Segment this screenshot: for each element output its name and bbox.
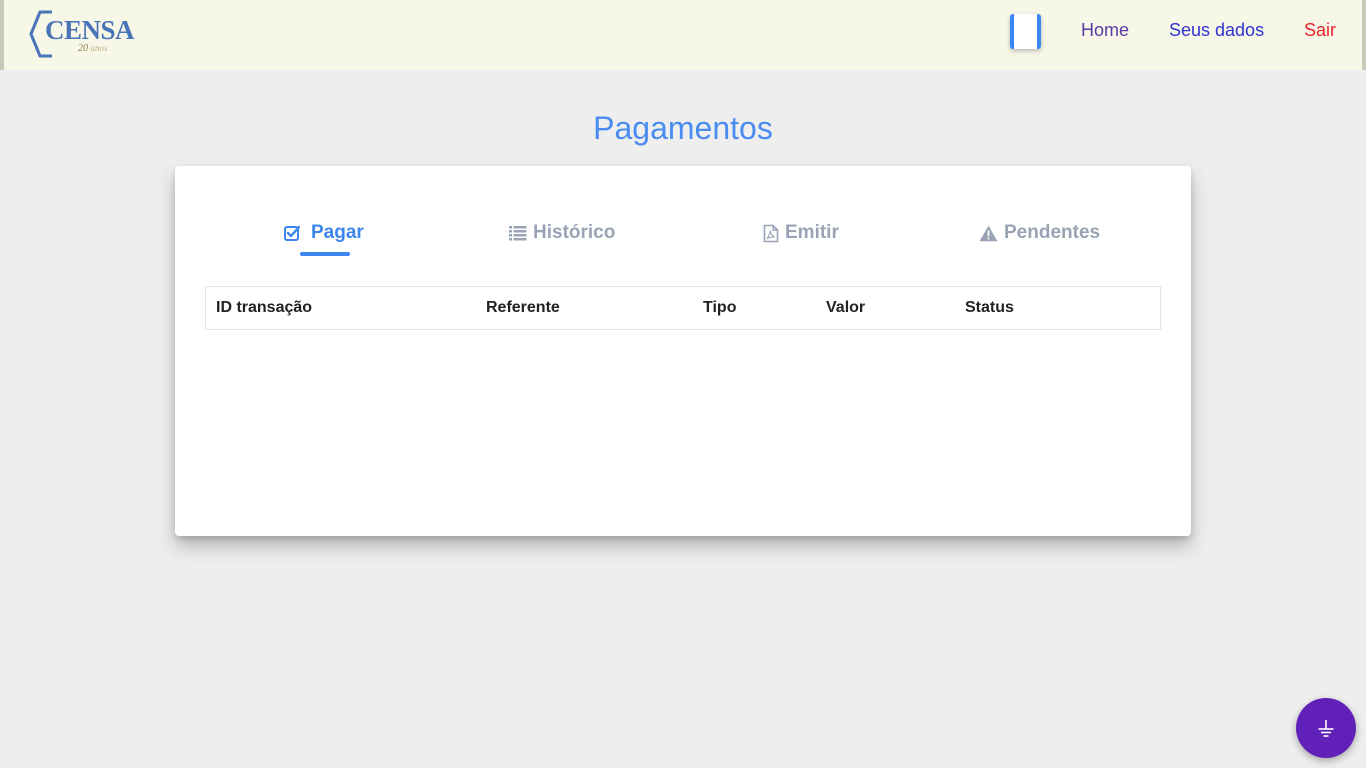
tab-pendentes[interactable]: Pendentes <box>979 218 1100 248</box>
logo-years-number: 20 <box>78 43 88 54</box>
tab-pagar-label: Pagar <box>311 222 364 243</box>
nav-home-link[interactable]: Home <box>1081 19 1129 41</box>
list-icon <box>509 226 527 241</box>
tab-emitir-label: Emitir <box>785 222 839 243</box>
floating-action-button[interactable] <box>1296 698 1356 758</box>
ground-icon <box>1318 720 1334 737</box>
column-header-id-transacao: ID transação <box>216 299 313 316</box>
nav-seus-dados-link[interactable]: Seus dados <box>1169 19 1264 41</box>
top-navbar: CENSA 20 anos Home Seus dados Sair <box>0 0 1366 70</box>
tab-historico[interactable]: Histórico <box>509 218 615 248</box>
logo-text: CENSA <box>45 15 135 45</box>
active-tab-indicator <box>300 252 350 256</box>
menu-toggle-button[interactable] <box>1010 14 1041 49</box>
column-header-tipo: Tipo <box>703 299 737 316</box>
check-square-icon <box>284 225 301 241</box>
transactions-table-header: ID transação Referente Tipo Valor Status <box>205 286 1161 330</box>
logo-years-word: anos <box>90 43 108 53</box>
payments-card: Pagar Histórico Emitir Pendentes ID tran… <box>175 166 1191 536</box>
page-title: Pagamentos <box>593 110 773 146</box>
logo-subtitle: 20 anos <box>78 43 108 54</box>
warning-icon <box>979 225 998 241</box>
column-header-referente: Referente <box>486 299 560 316</box>
tab-pendentes-label: Pendentes <box>1004 222 1101 243</box>
nav-sair-link[interactable]: Sair <box>1304 19 1336 41</box>
column-header-status: Status <box>965 299 1014 316</box>
tab-pagar[interactable]: Pagar <box>283 218 364 248</box>
censa-logo[interactable]: CENSA 20 anos <box>28 9 135 59</box>
pdf-file-icon <box>763 224 779 242</box>
tab-emitir[interactable]: Emitir <box>763 218 839 248</box>
column-header-valor: Valor <box>826 299 866 316</box>
tab-historico-label: Histórico <box>533 222 616 243</box>
